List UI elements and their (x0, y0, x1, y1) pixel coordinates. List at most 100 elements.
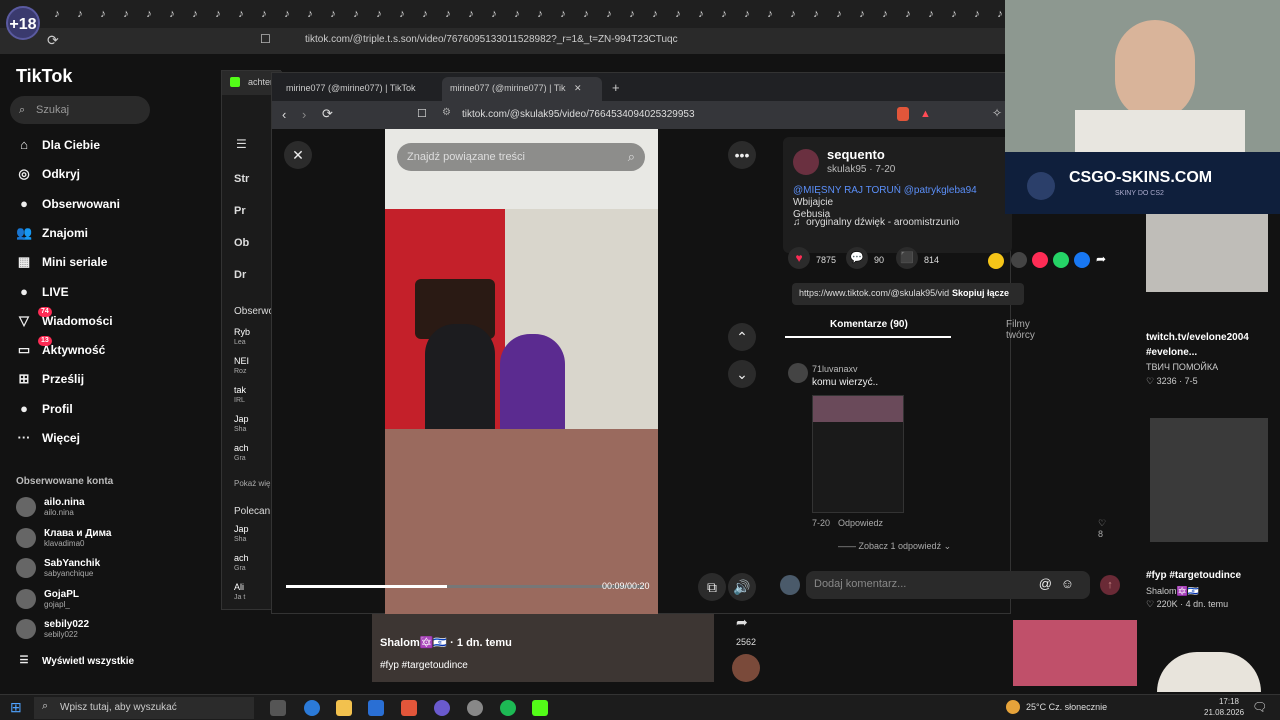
search-input[interactable]: ⌕ Szukaj (10, 96, 150, 124)
tiktok-tab-icon[interactable]: ♪ (50, 7, 64, 21)
tiktok-tab-icon[interactable]: ♪ (487, 7, 501, 21)
tiktok-tab-icon[interactable]: ♪ (878, 7, 892, 21)
followed-account[interactable]: sebily022 sebily022 (16, 616, 89, 642)
followed-account[interactable]: ailo.nina ailo.nina (16, 494, 85, 520)
mid-account-name[interactable]: Jap (234, 414, 249, 424)
comment-like[interactable]: ♡ 8 (1098, 518, 1106, 539)
mid-account-name[interactable]: Jap (234, 524, 249, 534)
add-comment-input[interactable]: Dodaj komentarz... @ ☺ (806, 571, 1090, 599)
taskbar-search[interactable]: Wpisz tutaj, aby wyszukać (34, 697, 254, 719)
tiktok-tab-icon[interactable]: ♪ (602, 7, 616, 21)
tiktok-tab-icon[interactable]: ♪ (947, 7, 961, 21)
send-icon[interactable] (1032, 252, 1048, 268)
tiktok-tab-icon[interactable]: ♪ (464, 7, 478, 21)
edge-icon[interactable] (304, 700, 320, 716)
tiktok-tab-icon[interactable]: ♪ (119, 7, 133, 21)
tiktok-tab-icon[interactable]: ♪ (533, 7, 547, 21)
mid-nav-item[interactable]: Ob (234, 237, 249, 249)
card1-thumbnail[interactable] (1146, 214, 1268, 292)
tiktok-tab-icon[interactable]: ♪ (579, 7, 593, 21)
nav-item-6[interactable]: ▽ 74 Wiadomości (16, 306, 113, 332)
brave-shield-icon[interactable] (897, 107, 909, 121)
embed-icon[interactable] (1011, 252, 1027, 268)
tiktok-tab-icon[interactable]: ♪ (556, 7, 570, 21)
extensions-icon[interactable]: ✧ (992, 106, 1002, 120)
close-video-button[interactable]: ✕ (284, 141, 312, 169)
reload-icon[interactable]: ⟳ (322, 106, 333, 122)
tiktok-tab-icon[interactable]: ♪ (648, 7, 662, 21)
previous-video-button[interactable]: ⌃ (728, 323, 756, 351)
app-icon[interactable] (467, 700, 483, 716)
nav-item-10[interactable]: ··· Więcej (16, 427, 80, 449)
tiktok-tab-icon[interactable]: ♪ (303, 7, 317, 21)
explorer-icon[interactable] (336, 700, 352, 716)
weather-text[interactable]: 25°C Cz. słonecznie (1026, 702, 1107, 712)
mid-account-name[interactable]: tak (234, 385, 246, 395)
tiktok-tab-icon[interactable]: ♪ (924, 7, 938, 21)
nav-item-9[interactable]: ● Profil (16, 398, 73, 420)
rewards-icon[interactable]: ▲ (920, 108, 931, 120)
reload-icon[interactable]: ⟳ (47, 32, 59, 49)
video-progress-track[interactable] (286, 585, 644, 588)
see-replies-button[interactable]: —— Zobacz 1 odpowiedź ⌄ (838, 541, 951, 552)
tiktok-tab-icon[interactable]: ♪ (257, 7, 271, 21)
tab-mirine-1[interactable]: mirine077 (@mirine077) | TikTok (278, 77, 438, 101)
mid-account-name[interactable]: ach (234, 553, 249, 563)
clock-time[interactable]: 17:18 (1214, 697, 1244, 706)
tiktok-tab-icon[interactable]: ♪ (211, 7, 225, 21)
mid-account-name[interactable]: Ryb (234, 327, 250, 337)
comment-image[interactable] (812, 395, 904, 513)
mid-account-name[interactable]: ach (234, 443, 249, 453)
comment-icon[interactable]: 💬 (846, 247, 868, 269)
whatsapp-icon[interactable] (1053, 252, 1069, 268)
nav-item-0[interactable]: ⌂ Dla Ciebie (16, 134, 100, 156)
tiktok-tab-icon[interactable]: ♪ (395, 7, 409, 21)
nav-item-1[interactable]: ◎ Odkryj (16, 163, 80, 185)
tiktok-tab-icon[interactable]: ♪ (73, 7, 87, 21)
video-player[interactable]: Znajdź powiązane treści ⌕ (385, 129, 658, 615)
tiktok-tab-icon[interactable]: ♪ (763, 7, 777, 21)
sound-link[interactable]: ♫ oryginalny dźwięk - aroomistrzunio (793, 217, 959, 228)
nav-item-7[interactable]: ▭ 13 Aktywność (16, 336, 105, 361)
repost-icon[interactable] (988, 253, 1004, 269)
reply-button[interactable]: Odpowiedz (838, 518, 883, 528)
followed-account[interactable]: Клава и Дима klavadima0 (16, 525, 111, 551)
related-search-input[interactable]: Znajdź powiązane treści ⌕ (397, 143, 645, 171)
next-video-button[interactable]: ⌄ (728, 360, 756, 388)
tiktok-tab-icon[interactable]: ♪ (671, 7, 685, 21)
tiktok-tab-icon[interactable]: ♪ (96, 7, 110, 21)
nav-item-2[interactable]: ● Obserwowani (16, 193, 120, 215)
mid-nav-item[interactable]: Str (234, 173, 249, 185)
tiktok-tab-icon[interactable]: ♪ (372, 7, 386, 21)
new-tab-icon[interactable]: + (612, 80, 620, 95)
background-url[interactable]: tiktok.com/@triple.t.s.son/video/7676095… (305, 34, 678, 45)
mention-icon[interactable]: @ (1039, 576, 1052, 591)
facebook-icon[interactable] (1074, 252, 1090, 268)
tiktok-tab-icon[interactable]: ♪ (510, 7, 524, 21)
volume-button[interactable]: 🔊 (728, 573, 756, 601)
tiktok-tab-icon[interactable]: ♪ (280, 7, 294, 21)
tiktok-tab-icon[interactable]: ♪ (717, 7, 731, 21)
tiktok-tab-icon[interactable]: ♪ (694, 7, 708, 21)
kick-icon[interactable] (532, 700, 548, 716)
tab-creator-videos[interactable]: Filmy twórcy (1006, 319, 1035, 341)
bookmark-icon[interactable]: ⬛ (896, 247, 918, 269)
mid-nav-item[interactable]: Dr (234, 269, 246, 281)
windows-start-icon[interactable]: ⊞ (10, 699, 22, 716)
share-icon[interactable]: ➦ (736, 614, 748, 631)
close-tab-icon[interactable]: ✕ (574, 83, 582, 93)
nav-item-4[interactable]: ▦ Mini seriale (16, 251, 108, 273)
tiktok-tab-icon[interactable]: ♪ (418, 7, 432, 21)
card2-title[interactable]: #fyp #targetoudince (1146, 570, 1241, 581)
more-options-button[interactable]: ••• (728, 141, 756, 169)
bottom-video-preview[interactable]: Shalom🔯🇮🇱 · 1 dn. temu #fyp #targetoudin… (372, 614, 714, 682)
tiktok-tab-icon[interactable]: ♪ (970, 7, 984, 21)
tiktok-tab-icon[interactable]: ♪ (165, 7, 179, 21)
nav-item-5[interactable]: ● LIVE (16, 281, 69, 303)
menu-icon[interactable]: ☰ (236, 137, 247, 151)
comment-user[interactable]: 71luvanaxv (812, 364, 858, 374)
tiktok-tab-icon[interactable]: ♪ (625, 7, 639, 21)
sound-disc-icon[interactable] (732, 654, 760, 682)
nav-item-8[interactable]: ⊞ Prześlij (16, 368, 84, 390)
tab-comments[interactable]: Komentarze (90) (830, 319, 908, 330)
